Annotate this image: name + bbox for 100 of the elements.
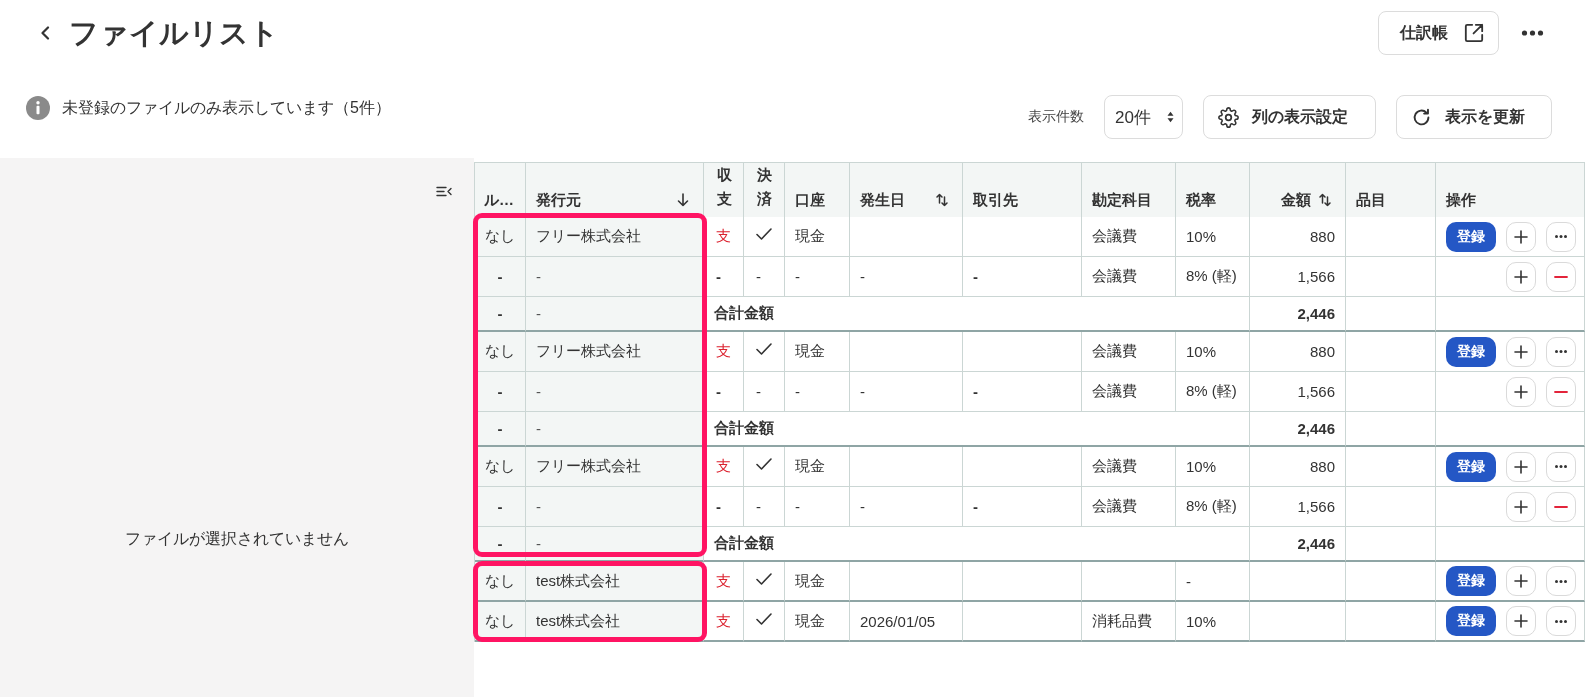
table-cell: 2,446 xyxy=(1250,412,1346,447)
page-size-select[interactable]: 20件 xyxy=(1104,95,1183,139)
more-icon xyxy=(1555,235,1567,238)
plus-icon xyxy=(1514,384,1528,399)
column-header: 決済 xyxy=(744,163,785,220)
table-cell: 10% xyxy=(1176,602,1250,642)
table-cell: 支 xyxy=(704,562,744,602)
more-button[interactable] xyxy=(1546,451,1576,482)
table-cell: 会議費 xyxy=(1082,372,1176,412)
table-cell: 10% xyxy=(1176,332,1250,372)
page-title: ファイルリスト xyxy=(69,16,279,51)
add-row-button[interactable] xyxy=(1506,261,1536,292)
add-row-button[interactable] xyxy=(1506,491,1536,522)
table-cell: 支 xyxy=(704,602,744,642)
table-cell: - xyxy=(475,372,526,412)
table-cell: 2,446 xyxy=(1250,527,1346,562)
table-cell: - xyxy=(475,257,526,297)
more-button[interactable] xyxy=(1546,606,1576,636)
plus-icon xyxy=(1514,344,1528,359)
table-cell: 会議費 xyxy=(1082,487,1176,527)
table-cell: - xyxy=(785,487,850,527)
table-cell: 880 xyxy=(1250,332,1346,372)
table-cell: 8% (軽) xyxy=(1176,257,1250,297)
add-row-button[interactable] xyxy=(1506,376,1536,407)
plus-icon xyxy=(1514,269,1528,284)
table-cell: 支 xyxy=(704,447,744,487)
table-cell: フリー株式会社 xyxy=(526,332,704,372)
more-icon xyxy=(1555,619,1567,623)
table-cell: 880 xyxy=(1250,217,1346,257)
table-cell: なし xyxy=(475,447,526,487)
column-header: 操作 xyxy=(1436,163,1585,220)
table-cell: - xyxy=(475,487,526,527)
plus-icon xyxy=(1514,614,1528,628)
sort-up-down-icon[interactable] xyxy=(1319,193,1331,207)
sort-up-down-icon[interactable] xyxy=(936,193,948,207)
table-cell: - xyxy=(526,297,704,332)
table-cell: - xyxy=(526,372,704,412)
column-header: 取引先 xyxy=(963,163,1082,220)
more-icon xyxy=(1555,350,1567,353)
minus-icon xyxy=(1554,390,1568,393)
back-chevron-icon[interactable] xyxy=(40,26,50,40)
settings-icon xyxy=(1218,106,1239,128)
table-cell: 880 xyxy=(1250,447,1346,487)
more-button[interactable] xyxy=(1546,221,1576,252)
table-cell: 1,566 xyxy=(1250,372,1346,412)
register-button[interactable]: 登録 xyxy=(1446,451,1496,482)
table-cell: 会議費 xyxy=(1082,447,1176,487)
table-cell: - xyxy=(526,487,704,527)
table-cell: - xyxy=(1176,562,1250,602)
table-cell: - xyxy=(475,297,526,332)
refresh-button[interactable]: 表示を更新 xyxy=(1396,95,1552,139)
register-button[interactable]: 登録 xyxy=(1446,336,1496,367)
table-cell: フリー株式会社 xyxy=(526,217,704,257)
minus-icon xyxy=(1554,505,1568,508)
collapse-panel-icon[interactable] xyxy=(436,186,452,197)
table-cell: - xyxy=(744,372,785,412)
table-cell: 1,566 xyxy=(1250,487,1346,527)
table-cell: 会議費 xyxy=(1082,257,1176,297)
add-row-button[interactable] xyxy=(1506,451,1536,482)
table-cell: 現金 xyxy=(785,562,850,602)
column-header: 口座 xyxy=(785,163,850,220)
add-row-button[interactable] xyxy=(1506,336,1536,367)
add-row-button[interactable] xyxy=(1506,606,1536,636)
external-link-icon xyxy=(1464,23,1484,43)
table-cell: - xyxy=(475,412,526,447)
register-button[interactable]: 登録 xyxy=(1446,566,1496,596)
more-button[interactable] xyxy=(1546,336,1576,367)
table-cell: 現金 xyxy=(785,602,850,642)
remove-row-button[interactable] xyxy=(1546,261,1576,292)
more-icon[interactable] xyxy=(1521,30,1544,36)
more-button[interactable] xyxy=(1546,566,1576,596)
column-header[interactable]: 発生日 xyxy=(850,163,963,220)
table-cell: - xyxy=(963,372,1082,412)
remove-row-button[interactable] xyxy=(1546,376,1576,407)
add-row-button[interactable] xyxy=(1506,221,1536,252)
journal-button[interactable]: 仕訳帳 xyxy=(1378,11,1499,55)
table-cell: - xyxy=(704,372,744,412)
remove-row-button[interactable] xyxy=(1546,491,1576,522)
table-cell: 現金 xyxy=(785,447,850,487)
register-button[interactable]: 登録 xyxy=(1446,606,1496,636)
plus-icon xyxy=(1514,499,1528,514)
refresh-icon xyxy=(1412,107,1431,127)
more-icon xyxy=(1555,465,1567,468)
table-cell: - xyxy=(744,487,785,527)
table-cell: 支 xyxy=(704,217,744,257)
table-cell: 2026/01/05 xyxy=(850,602,963,642)
sort-down-arrow-icon[interactable] xyxy=(677,193,689,207)
table-cell: - xyxy=(963,257,1082,297)
caret-icon xyxy=(1167,111,1174,123)
column-header: 税率 xyxy=(1176,163,1250,220)
table-cell: 8% (軽) xyxy=(1176,372,1250,412)
column-header[interactable]: 金額 xyxy=(1250,163,1346,220)
minus-icon xyxy=(1554,275,1568,278)
table-cell: - xyxy=(526,257,704,297)
total-label: 合計金額 xyxy=(704,412,1250,447)
column-settings-button[interactable]: 列の表示設定 xyxy=(1203,95,1376,139)
register-button[interactable]: 登録 xyxy=(1446,221,1496,252)
add-row-button[interactable] xyxy=(1506,566,1536,596)
table-cell: 現金 xyxy=(785,332,850,372)
table-cell: - xyxy=(963,487,1082,527)
